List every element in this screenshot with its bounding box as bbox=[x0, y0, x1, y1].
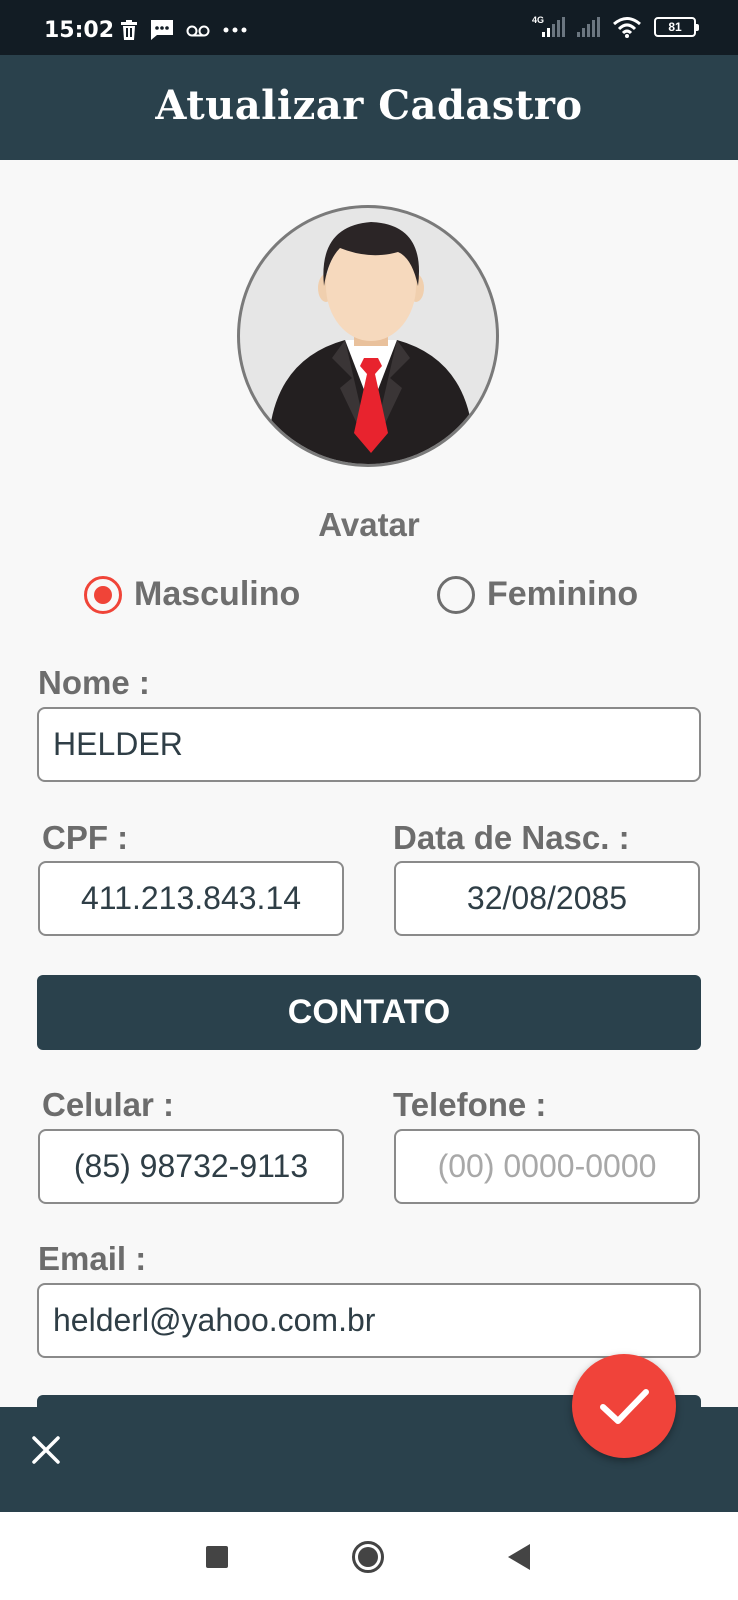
status-time: 15:02 bbox=[44, 18, 115, 43]
person-avatar-icon bbox=[270, 222, 472, 464]
radio-feminino[interactable]: Feminino bbox=[437, 575, 638, 614]
nascimento-input[interactable]: 32/08/2085 bbox=[394, 861, 700, 936]
check-icon bbox=[600, 1389, 649, 1424]
radio-button-unchecked[interactable] bbox=[437, 575, 475, 614]
app-bar: Atualizar Cadastro bbox=[0, 55, 738, 160]
celular-input[interactable]: (85) 98732-9113 bbox=[38, 1129, 344, 1204]
email-label: Email : bbox=[38, 1240, 147, 1277]
battery-icon: 81 bbox=[654, 17, 699, 37]
notification-icons bbox=[120, 19, 248, 41]
system-nav-bar bbox=[0, 1512, 738, 1600]
radio-button-checked[interactable] bbox=[84, 575, 122, 614]
voicemail-icon bbox=[186, 25, 210, 37]
more-icon bbox=[223, 27, 247, 33]
triangle-back-icon[interactable] bbox=[508, 1544, 532, 1570]
nome-input[interactable]: HELDER bbox=[37, 707, 701, 782]
signal-4g-icon: 4G bbox=[532, 15, 565, 37]
message-icon bbox=[151, 20, 173, 40]
status-bar: 15:02 4G 81 bbox=[0, 0, 738, 55]
page-title: Atualizar Cadastro bbox=[155, 82, 583, 129]
telefone-input[interactable]: (00) 0000-0000 bbox=[394, 1129, 700, 1204]
avatar[interactable] bbox=[237, 205, 499, 467]
celular-label: Celular : bbox=[42, 1086, 175, 1123]
save-fab-button[interactable] bbox=[572, 1354, 676, 1458]
nome-label: Nome : bbox=[38, 664, 150, 701]
avatar-label: Avatar bbox=[318, 506, 420, 543]
cpf-value: 411.213.843.14 bbox=[80, 880, 302, 916]
circle-icon[interactable] bbox=[351, 1540, 385, 1574]
battery-level: 81 bbox=[668, 20, 682, 34]
email-input[interactable]: helderl@yahoo.com.br bbox=[37, 1283, 701, 1358]
email-value: helderl@yahoo.com.br bbox=[53, 1302, 376, 1338]
signal-icon bbox=[577, 17, 600, 37]
nascimento-value: 32/08/2085 bbox=[466, 880, 628, 916]
wifi-icon bbox=[613, 17, 641, 38]
radio-label-feminino: Feminino bbox=[487, 575, 639, 613]
trash-icon bbox=[121, 20, 137, 40]
telefone-label: Telefone : bbox=[393, 1086, 547, 1123]
radio-masculino[interactable]: Masculino bbox=[84, 575, 300, 614]
system-icons: 4G 81 bbox=[532, 15, 699, 38]
celular-value: (85) 98732-9113 bbox=[73, 1148, 309, 1184]
cpf-input[interactable]: 411.213.843.14 bbox=[38, 861, 344, 936]
telefone-placeholder: (00) 0000-0000 bbox=[437, 1148, 657, 1184]
square-icon[interactable] bbox=[206, 1546, 228, 1568]
cpf-label: CPF : bbox=[42, 819, 129, 856]
contato-section-header: CONTATO bbox=[37, 975, 701, 1050]
close-icon[interactable] bbox=[26, 1430, 66, 1470]
nascimento-label: Data de Nasc. : bbox=[393, 819, 630, 856]
nome-value: HELDER bbox=[53, 726, 183, 762]
network-type: 4G bbox=[532, 15, 545, 25]
radio-label-masculino: Masculino bbox=[134, 575, 301, 613]
